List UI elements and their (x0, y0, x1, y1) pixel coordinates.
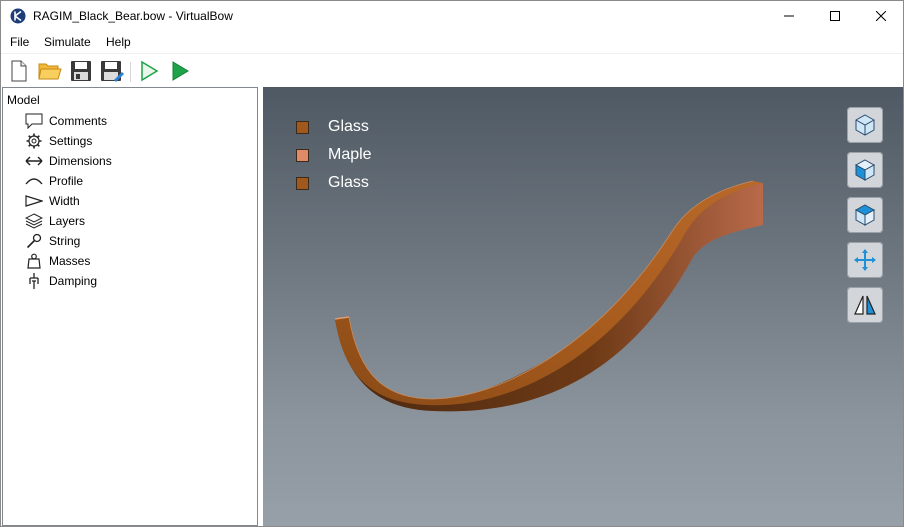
tree-item-masses[interactable]: Masses (25, 252, 90, 270)
minimize-button[interactable] (766, 1, 812, 31)
view-side-button[interactable] (847, 152, 883, 188)
save-as-button[interactable] (100, 59, 124, 83)
save-button[interactable] (69, 59, 93, 83)
run-dynamic-icon (172, 61, 189, 81)
menu-simulate[interactable]: Simulate (44, 35, 91, 49)
tree-item-comments[interactable]: Comments (25, 112, 107, 130)
legend-item: Glass (296, 173, 369, 193)
legend-label: Glass (328, 118, 369, 135)
tree-item-label: Layers (49, 214, 86, 228)
tree-root-model[interactable]: Model (7, 93, 40, 107)
tree-item-label: Damping (49, 274, 98, 288)
app-window: RAGIM_Black_Bear.bow - VirtualBow File S… (0, 0, 904, 527)
profile-curve-icon (25, 173, 43, 189)
view-top-icon (854, 204, 876, 226)
close-icon (876, 11, 886, 21)
comment-icon (25, 113, 43, 129)
tree-item-dimensions[interactable]: Dimensions (25, 152, 112, 170)
model-tree[interactable]: Model Comments Settings Dimensions Profi… (2, 87, 258, 526)
weight-icon (25, 253, 43, 269)
legend-label: Maple (328, 146, 372, 163)
tree-item-label: Dimensions (49, 154, 112, 168)
gear-icon (25, 133, 43, 149)
view-top-button[interactable] (847, 197, 883, 233)
toolbar (1, 53, 903, 87)
title-bar[interactable]: RAGIM_Black_Bear.bow - VirtualBow (1, 1, 903, 31)
tree-item-label: Masses (49, 254, 91, 268)
layers-icon (25, 213, 43, 229)
fit-view-button[interactable] (847, 242, 883, 278)
legend-item: Maple (296, 145, 372, 165)
view-3d-icon (855, 114, 875, 136)
virtualbow-logo-icon (10, 8, 26, 24)
tree-item-settings[interactable]: Settings (25, 132, 92, 150)
legend-swatch (296, 148, 309, 162)
window-title: RAGIM_Black_Bear.bow - VirtualBow (33, 9, 233, 23)
minimize-icon (784, 15, 794, 17)
save-as-icon (101, 61, 124, 82)
run-static-button[interactable] (137, 59, 161, 83)
close-button[interactable] (858, 1, 904, 31)
open-folder-icon (38, 63, 62, 80)
string-icon (25, 233, 43, 249)
tree-item-layers[interactable]: Layers (25, 212, 85, 230)
legend-item: Glass (296, 117, 369, 137)
toolbar-separator (130, 62, 131, 82)
tree-item-profile[interactable]: Profile (25, 172, 83, 190)
legend-swatch (296, 120, 309, 134)
width-wedge-icon (25, 193, 43, 209)
view-3d-button[interactable] (847, 107, 883, 143)
run-static-icon (141, 60, 159, 82)
maximize-button[interactable] (812, 1, 858, 31)
mirror-view-icon (854, 295, 876, 315)
legend-swatch (296, 176, 309, 190)
tree-item-label: Profile (49, 174, 84, 188)
mirror-view-button[interactable] (847, 287, 883, 323)
legend-label: Glass (328, 174, 369, 191)
fit-view-icon (854, 249, 876, 271)
menu-file[interactable]: File (10, 35, 29, 49)
tree-item-damping[interactable]: Damping (25, 272, 97, 290)
damper-icon (25, 273, 43, 289)
tree-item-label: Comments (49, 114, 108, 128)
bow-3d-viewport[interactable]: Glass Maple Glass (263, 87, 903, 526)
maximize-icon (830, 11, 840, 21)
open-file-button[interactable] (38, 59, 62, 83)
save-icon (71, 61, 91, 81)
menu-bar: File Simulate Help (1, 32, 903, 53)
tree-item-label: Width (49, 194, 80, 208)
view-side-icon (854, 159, 876, 181)
tree-item-width[interactable]: Width (25, 192, 80, 210)
menu-help[interactable]: Help (106, 35, 131, 49)
dimensions-arrow-icon (25, 153, 43, 169)
new-file-button[interactable] (7, 59, 31, 83)
tree-item-string[interactable]: String (25, 232, 80, 250)
tree-item-label: String (49, 234, 81, 248)
tree-item-label: Settings (49, 134, 93, 148)
new-file-icon (11, 60, 27, 82)
run-dynamic-button[interactable] (168, 59, 192, 83)
